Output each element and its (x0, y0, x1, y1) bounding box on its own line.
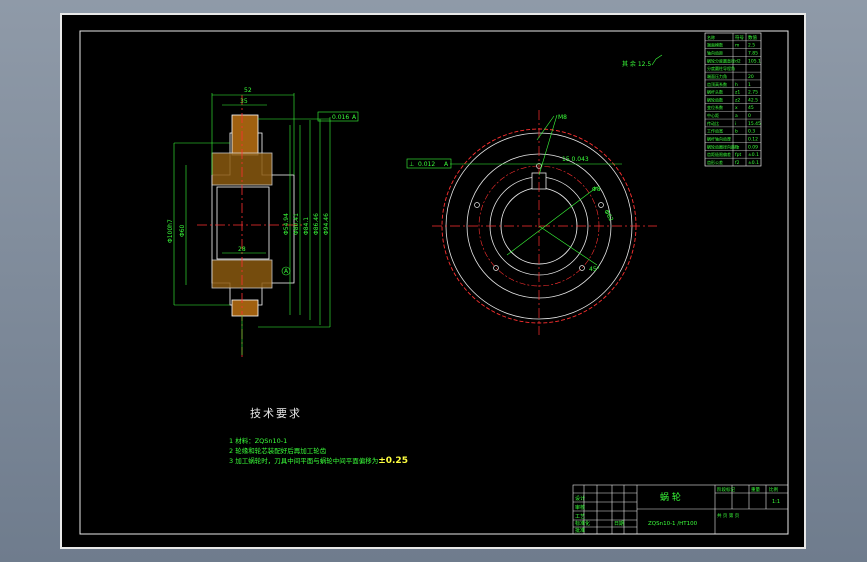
dim-keyway: 15 0.043 (562, 156, 589, 163)
param-table-header: 数值 (748, 34, 757, 41)
front-tol-datum: A (444, 161, 449, 168)
param-table-cell: 0 (748, 113, 751, 119)
param-table-cell: 15.45 (748, 121, 761, 127)
label-date: 日期 (614, 521, 624, 527)
rim-top-hatch (231, 114, 259, 156)
dim-diameter-3: Φ84.1 (303, 217, 310, 235)
dim-hole-pcd: Φ62 (602, 209, 614, 223)
dim-diameter-1: Φ54.94 (283, 213, 290, 235)
param-table-cell: 0.3 (748, 129, 755, 135)
label-stage: 阶段标记 (717, 486, 735, 493)
rim-bottom-hatch (231, 299, 259, 317)
scale-value: 1:1 (772, 499, 780, 505)
param-table-cell: x (735, 106, 738, 111)
roughness-note: 其 余 12.5 (622, 60, 651, 68)
param-table-cell: 0.09 (748, 144, 758, 150)
param-table-cell: 齿顶高系数 (707, 81, 727, 87)
param-table-cell: 变位系数 (707, 104, 723, 110)
dim-top-35: 35 (240, 98, 248, 105)
bolt-hole-left (474, 202, 480, 208)
param-table-cell: ±0.1 (748, 160, 759, 166)
param-table-cell: 蜗杆头数 (707, 89, 723, 95)
label-standard: 标准化 (575, 520, 590, 527)
dim-top-52: 52 (244, 87, 252, 94)
param-table-cell: 45 (748, 105, 754, 111)
section-tol-frame-datum: A (352, 114, 357, 121)
label-page: 共 页 第 页 (717, 512, 740, 519)
label-weight: 重量 (751, 486, 760, 493)
param-table-cell: fpt (735, 152, 741, 158)
param-table-cell: 齿形公差 (707, 159, 723, 165)
param-table-cell: i (735, 121, 736, 127)
param-table-cell: 端面压力角 (707, 73, 727, 79)
dim-diameter-2: Φ80.41 (293, 213, 300, 235)
tech-req-item-2: 2 轮缘和轮芯装配好后再加工轮齿 (229, 447, 327, 455)
param-table-cell: 端面模数 (707, 42, 723, 48)
param-table-cell: ±0.1 (748, 152, 759, 158)
label-process: 工艺 (575, 514, 585, 520)
section-tol-frame-value: 0.016 (332, 114, 349, 121)
param-table-header: 名称 (707, 34, 715, 40)
param-table-cell: 蜗轮分度圆直径 (707, 57, 735, 63)
param-table-cell: 2.5 (748, 43, 755, 49)
param-table-cell: Fr (735, 144, 739, 150)
param-table-cell: 工作齿宽 (707, 128, 723, 134)
param-table-cell: 蜗轮齿数 (707, 96, 723, 102)
param-table-cell: 齿距极限偏差 (707, 151, 731, 157)
dim-diameter-4: Φ86.46 (313, 213, 320, 235)
param-table-cell: f2 (735, 160, 740, 166)
front-dimensions (406, 114, 622, 266)
tech-req-item-3-text: 3 加工蜗轮时，刀具中间平面与蜗轮中间平面偏移为 (229, 457, 379, 465)
roughness-symbol (651, 54, 663, 66)
dim-left-outer: Φ100h7 (167, 219, 174, 243)
front-tol-value: 0.012 (418, 161, 435, 168)
param-table-cell: 105.1 (748, 58, 761, 64)
dim-bore-hole: Φ8 (592, 186, 601, 193)
tech-req-item-3-tolerance: ±0.25 (378, 456, 408, 466)
dim-hole-pattern: M8 (558, 114, 567, 121)
drawing-canvas: 52 35 28 0.016 A Φ100h7 Φ60 Φ54.94 Φ80.4… (79, 30, 789, 535)
param-table-cell: 传动比 (707, 120, 719, 126)
param-table-cell: m (735, 44, 739, 49)
front-view (432, 110, 657, 335)
label-scale: 比例 (769, 486, 778, 493)
param-table-header: 符号 (735, 34, 744, 41)
param-table: 名称 符号 数值端面模数 m 2.5 轴向齿距 7.85 蜗轮分度圆直径 d2 105.1 分度圆柱… (704, 32, 762, 167)
cad-viewport[interactable]: 52 35 28 0.016 A Φ100h7 Φ60 Φ54.94 Φ80.4… (60, 13, 806, 549)
param-table-cell: b (735, 129, 738, 135)
material: ZQSn10-1 /HT100 (648, 521, 698, 527)
bolt-hole-right (598, 202, 604, 208)
label-designer: 设计 (575, 495, 585, 502)
param-table-cell: h (735, 82, 738, 88)
param-table-cell: 蜗杆轴向齿厚 (707, 136, 731, 142)
dim-bore-angle: 45° (589, 266, 600, 273)
param-table-cell: 0.12 (748, 137, 758, 143)
label-checker: 审核 (575, 504, 585, 511)
dim-left-inner: Φ60 (179, 224, 186, 237)
bolt-hole-br (579, 265, 585, 271)
dim-diameter-5: Φ94.46 (323, 213, 330, 235)
param-table-cell: 轴向齿距 (707, 49, 723, 55)
param-table-cell: a (735, 114, 738, 119)
label-approve: 批准 (575, 527, 585, 534)
param-table-cell: z2 (735, 97, 740, 103)
param-table-cell: z1 (735, 90, 740, 96)
param-table-cell: 分度圆柱导程角 (707, 65, 735, 71)
param-table-cell: 20 (748, 74, 754, 80)
tech-req-title: 技术要求 (250, 407, 302, 420)
part-name: 蜗 轮 (660, 491, 681, 503)
param-table-cell: 7.85 (748, 50, 758, 56)
tech-req-item-1: 1 材料：ZQSn10-1 (229, 437, 288, 445)
front-tol-symbol: ⊥ (409, 161, 414, 168)
param-table-cell: 42.5 (748, 97, 758, 103)
param-table-cell: d2 (735, 58, 741, 64)
param-table-cell: 1 (748, 82, 751, 88)
param-table-cell: 2.75 (748, 90, 758, 96)
front-dim-text: ⊥ 0.012 A 15 0.043 M8 Φ8 Φ62 45° (409, 114, 615, 273)
param-table-cell: 中心距 (707, 112, 719, 118)
dim-width-inner: 28 (238, 246, 246, 253)
tech-req-item-3: 3 加工蜗轮时，刀具中间平面与蜗轮中间平面偏移为±0.25 (229, 455, 408, 466)
